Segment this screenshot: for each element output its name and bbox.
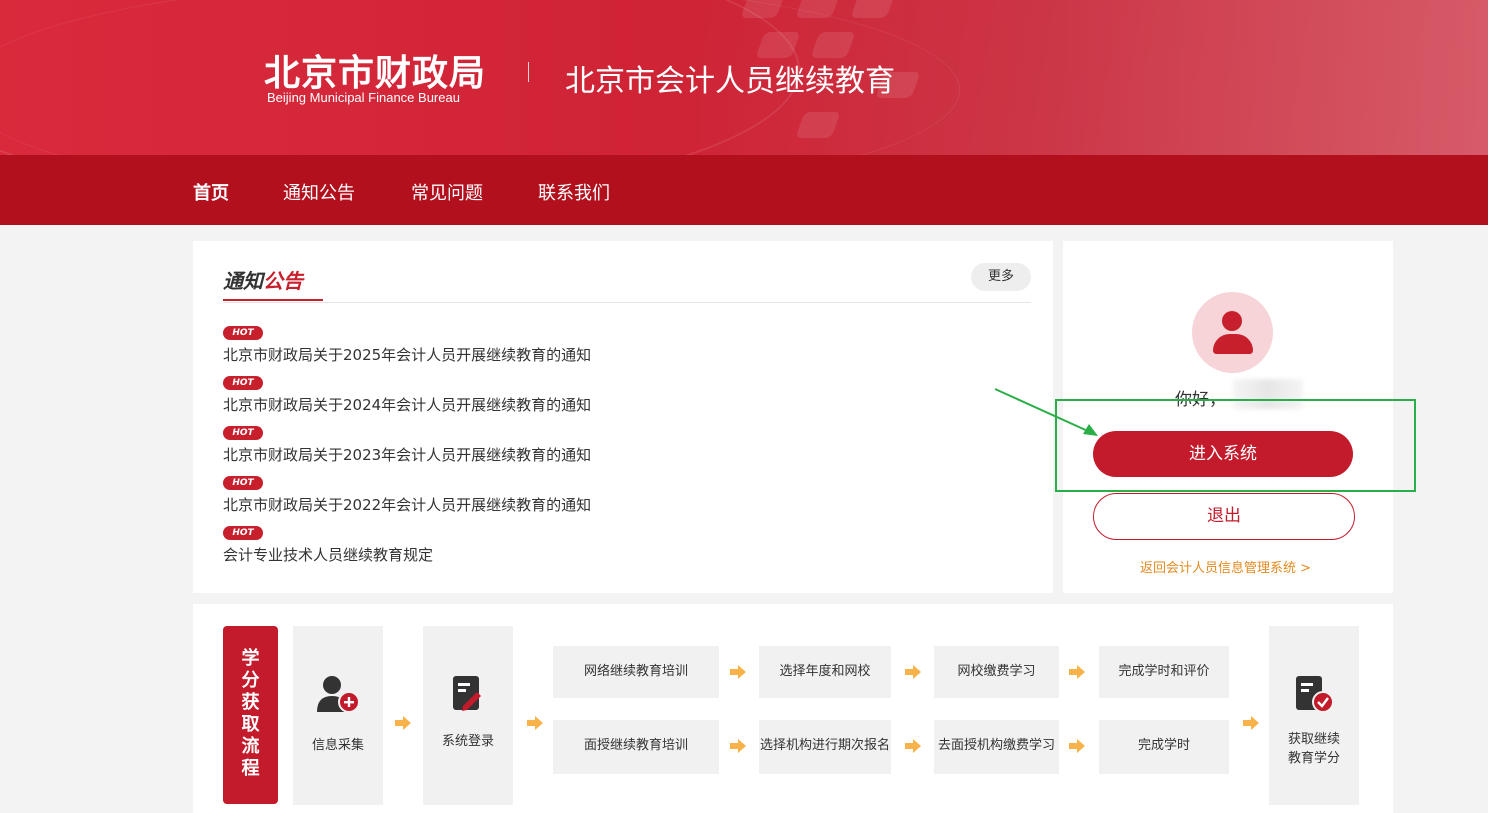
hot-badge: HOT — [223, 526, 263, 540]
avatar-head — [1222, 311, 1242, 331]
step-complete-hours-evaluation: 完成学时和评价 — [1099, 646, 1229, 698]
chevron-right-icon — [905, 665, 921, 679]
step-select-institution: 选择机构进行期次报名 — [759, 720, 891, 774]
more-button[interactable]: 更多 — [971, 263, 1031, 291]
chevron-right-icon — [730, 665, 746, 679]
notice-item[interactable]: HOT 北京市财政局关于2022年会计人员开展继续教育的通知 — [223, 470, 591, 515]
logo-title: 北京市财政局 — [264, 53, 487, 94]
chevron-right-icon — [527, 716, 543, 730]
notice-item[interactable]: HOT 北京市财政局关于2023年会计人员开展继续教育的通知 — [223, 420, 591, 465]
process-label-char: 流 — [241, 736, 260, 757]
hot-badge: HOT — [223, 426, 263, 440]
notice-panel: 通知公告 更多 HOT 北京市财政局关于2025年会计人员开展继续教育的通知 H… — [193, 241, 1053, 593]
process-label-char: 分 — [241, 670, 260, 691]
logo-separator — [528, 62, 529, 82]
step-final-label-line2: 教育学分 — [1287, 751, 1340, 766]
nav-item-faq[interactable]: 常见问题 — [411, 179, 483, 205]
site-title: 北京市会计人员继续教育 — [565, 64, 895, 99]
process-label-char: 获 — [241, 692, 260, 713]
certificate-check-icon — [1296, 676, 1334, 713]
user-add-icon — [317, 676, 360, 713]
process-label-char: 程 — [241, 758, 260, 779]
notice-item[interactable]: HOT 北京市财政局关于2025年会计人员开展继续教育的通知 — [223, 320, 591, 365]
annotation-arrow-icon — [994, 388, 1098, 436]
notice-title-part1: 通知 — [223, 269, 263, 293]
step-inperson-pay-study: 去面授机构缴费学习 — [934, 720, 1059, 774]
notice-link[interactable]: 北京市财政局关于2025年会计人员开展继续教育的通知 — [223, 344, 591, 365]
notice-item[interactable]: HOT 北京市财政局关于2024年会计人员开展继续教育的通知 — [223, 370, 591, 415]
chevron-right-icon — [1243, 716, 1259, 730]
step-complete-hours: 完成学时 — [1099, 720, 1229, 774]
nav-item-contact[interactable]: 联系我们 — [538, 179, 610, 205]
avatar-user-icon — [1192, 292, 1273, 373]
step-info-label: 信息采集 — [311, 738, 364, 753]
step-final-label-line1: 获取继续 — [1287, 732, 1340, 747]
nav-item-home[interactable]: 首页 — [193, 179, 229, 205]
step-system-login: 系统登录 — [423, 626, 513, 805]
avatar-body — [1213, 334, 1253, 354]
chevron-right-icon — [1069, 665, 1085, 679]
login-form-icon — [453, 676, 481, 711]
step-select-year-school: 选择年度和网校 — [759, 646, 891, 698]
step-obtain-credits: 获取继续 教育学分 — [1269, 626, 1359, 805]
step-info-collection: 信息采集 — [293, 626, 383, 805]
step-login-label: 系统登录 — [441, 734, 494, 749]
notice-panel-title: 通知公告 — [223, 265, 303, 294]
chevron-right-icon — [1069, 739, 1085, 753]
nav-item-notices[interactable]: 通知公告 — [283, 179, 355, 205]
hot-badge: HOT — [223, 376, 263, 390]
annotation-highlight-box — [1055, 399, 1416, 492]
step-online-pay-study: 网校缴费学习 — [934, 646, 1059, 698]
site-header: 北京市财政局 Beijing Municipal Finance Bureau … — [0, 0, 1488, 155]
process-label-char: 取 — [241, 714, 260, 735]
notice-link[interactable]: 北京市财政局关于2024年会计人员开展继续教育的通知 — [223, 394, 591, 415]
return-link[interactable]: 返回会计人员信息管理系统 > — [1140, 557, 1311, 576]
step-inperson-training: 面授继续教育培训 — [553, 720, 719, 774]
step-online-training: 网络继续教育培训 — [553, 646, 719, 698]
credit-process-panel: 学 分 获 取 流 程 信息采集 系统登录 网络继续教育培训 选择年度和网校 网… — [193, 604, 1393, 813]
notice-link[interactable]: 北京市财政局关于2022年会计人员开展继续教育的通知 — [223, 494, 591, 515]
divider — [223, 302, 1031, 303]
chevron-right-icon — [905, 739, 921, 753]
title-underline — [223, 299, 323, 301]
hot-badge: HOT — [223, 476, 263, 490]
chevron-right-icon — [730, 739, 746, 753]
notice-link[interactable]: 北京市财政局关于2023年会计人员开展继续教育的通知 — [223, 444, 591, 465]
notice-title-part2: 公告 — [263, 269, 303, 293]
process-label: 学 分 获 取 流 程 — [223, 626, 278, 804]
hot-badge: HOT — [223, 326, 263, 340]
notice-link[interactable]: 会计专业技术人员继续教育规定 — [223, 544, 433, 565]
notice-item[interactable]: HOT 会计专业技术人员继续教育规定 — [223, 520, 433, 565]
chevron-right-icon — [395, 716, 411, 730]
main-nav: 首页 通知公告 常见问题 联系我们 — [0, 155, 1488, 225]
logo-subtitle: Beijing Municipal Finance Bureau — [267, 90, 460, 105]
process-label-char: 学 — [241, 648, 260, 669]
logout-button[interactable]: 退出 — [1093, 493, 1355, 540]
